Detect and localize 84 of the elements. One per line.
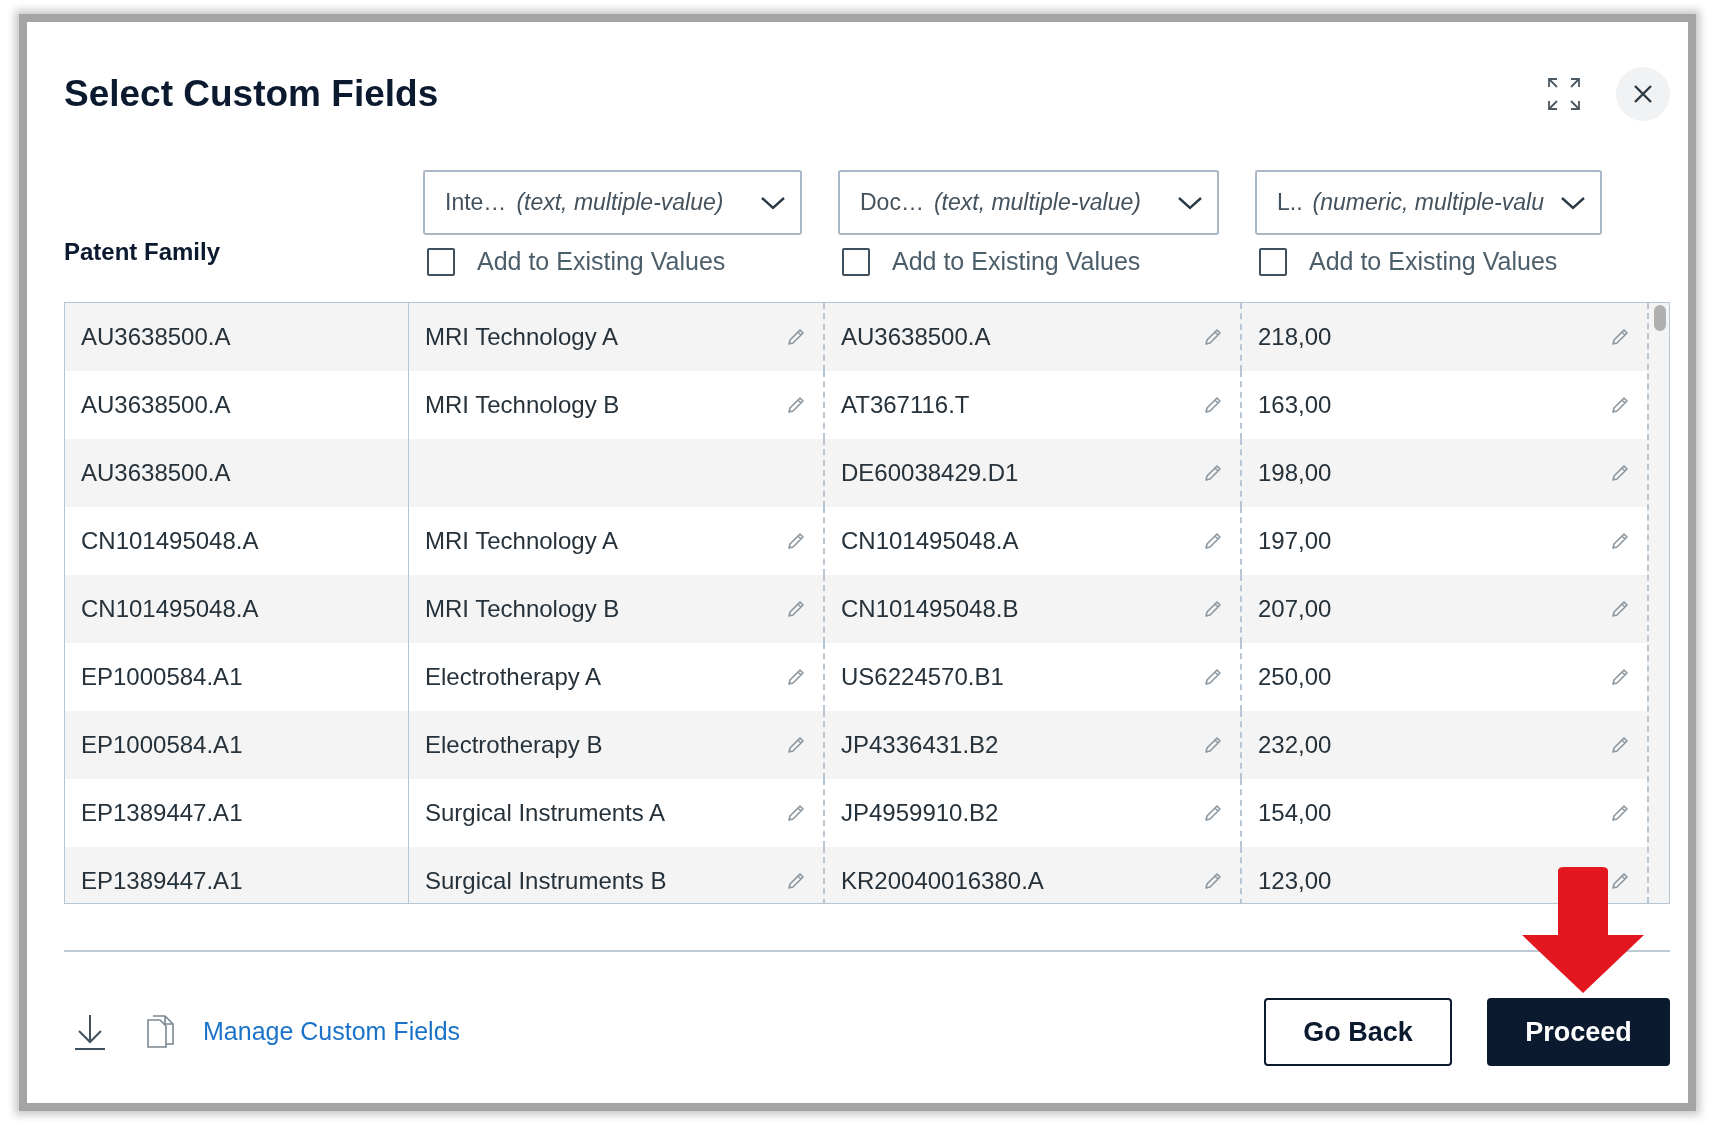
pencil-icon[interactable] — [785, 870, 807, 892]
scrollbar[interactable] — [1647, 303, 1669, 903]
table-cell-text: DE60038429.D1 — [841, 458, 1020, 488]
pencil-icon[interactable] — [1202, 666, 1224, 688]
pencil-icon[interactable] — [1202, 598, 1224, 620]
proceed-button[interactable]: Proceed — [1487, 998, 1670, 1066]
table-cell-text: Electrotherapy A — [425, 662, 603, 692]
table-cell-text: 232,00 — [1258, 730, 1333, 760]
pencil-icon[interactable] — [1202, 530, 1224, 552]
checkbox[interactable] — [1259, 247, 1287, 276]
column-header: Patent Family — [64, 237, 222, 267]
pencil-icon[interactable] — [1609, 734, 1631, 756]
pencil-icon[interactable] — [1202, 326, 1224, 348]
scroll-thumb[interactable] — [1654, 305, 1666, 331]
field-dropdown[interactable]: L.. (numeric, multiple-valu — [1255, 170, 1602, 235]
manage-fields-link[interactable]: Manage Custom Fields — [203, 1013, 461, 1051]
table-cell-text: Electrotherapy B — [425, 730, 604, 760]
pencil-icon[interactable] — [1609, 802, 1631, 824]
checkbox[interactable] — [842, 247, 870, 276]
table-cell-text: CN101495048.B — [841, 594, 1020, 624]
pencil-icon[interactable] — [1202, 462, 1224, 484]
table-cell-text: CN101495048.A — [80, 526, 260, 556]
pencil-icon[interactable] — [1202, 870, 1224, 892]
chevron-down-icon — [1560, 194, 1586, 211]
table-cell-text: Surgical Instruments B — [425, 866, 668, 896]
pencil-icon[interactable] — [785, 326, 807, 348]
field-dropdown[interactable]: Inte… (text, multiple-value) — [423, 170, 802, 235]
table-cell-text: AU3638500.A — [80, 390, 232, 420]
table-cell-text: 207,00 — [1258, 594, 1333, 624]
table-cell-text: MRI Technology A — [425, 322, 619, 352]
pencil-icon[interactable] — [785, 802, 807, 824]
table-cell-text: EP1389447.A1 — [80, 866, 244, 896]
pencil-icon[interactable] — [1609, 666, 1631, 688]
table-cell-text: CN101495048.A — [841, 526, 1020, 556]
table-cell-text: 123,00 — [1258, 866, 1333, 896]
dialog-title: Select Custom Fields — [64, 72, 439, 116]
download-icon[interactable] — [73, 1013, 107, 1051]
pencil-icon[interactable] — [1609, 462, 1631, 484]
table-cell-text: MRI Technology B — [425, 390, 621, 420]
table-cell-text: AU3638500.A — [841, 322, 992, 352]
table-cell-text: EP1389447.A1 — [80, 798, 244, 828]
pencil-icon[interactable] — [785, 530, 807, 552]
pencil-icon[interactable] — [1202, 734, 1224, 756]
checkbox-label: Add to Existing Values — [892, 246, 1141, 277]
pencil-icon[interactable] — [785, 666, 807, 688]
table-cell-text: CN101495048.A — [80, 594, 260, 624]
table-cell-text: 154,00 — [1258, 798, 1333, 828]
close-icon — [1632, 83, 1654, 105]
table-cell-text: 198,00 — [1258, 458, 1333, 488]
pencil-icon[interactable] — [1609, 598, 1631, 620]
copy-icon[interactable] — [145, 1014, 177, 1050]
chevron-down-icon — [760, 194, 786, 211]
table-cell-text: Surgical Instruments A — [425, 798, 667, 828]
table-cell-text: 163,00 — [1258, 390, 1333, 420]
field-dropdown[interactable]: Doc… (text, multiple-value) — [838, 170, 1219, 235]
table-cell-text: MRI Technology A — [425, 526, 619, 556]
table-cell-text: KR20040016380.A — [841, 866, 1045, 896]
table-cell-text: US6224570.B1 — [841, 662, 1005, 692]
table-cell-text: EP1000584.A1 — [80, 662, 244, 692]
pencil-icon[interactable] — [1202, 802, 1224, 824]
pencil-icon[interactable] — [1609, 530, 1631, 552]
expand-icon[interactable] — [1546, 76, 1582, 112]
table-cell-text: AU3638500.A — [80, 458, 232, 488]
pencil-icon[interactable] — [1609, 870, 1631, 892]
table-cell-text: 197,00 — [1258, 526, 1333, 556]
pencil-icon[interactable] — [1609, 394, 1631, 416]
pencil-icon[interactable] — [785, 394, 807, 416]
table-cell-text: AU3638500.A — [80, 322, 232, 352]
pencil-icon[interactable] — [785, 734, 807, 756]
checkbox-label: Add to Existing Values — [477, 246, 726, 277]
pencil-icon[interactable] — [1609, 326, 1631, 348]
table-cell-text: EP1000584.A1 — [80, 730, 244, 760]
table-cell-text: MRI Technology B — [425, 594, 621, 624]
table-cell-text: AT367116.T — [841, 390, 971, 420]
table-cell-text: 250,00 — [1258, 662, 1333, 692]
table-cell-text: JP4336431.B2 — [841, 730, 1000, 760]
checkbox-label: Add to Existing Values — [1309, 246, 1558, 277]
back-button[interactable]: Go Back — [1264, 998, 1452, 1066]
pencil-icon[interactable] — [1202, 394, 1224, 416]
checkbox[interactable] — [427, 247, 455, 276]
table-cell-text: JP4959910.B2 — [841, 798, 1000, 828]
pencil-icon[interactable] — [785, 598, 807, 620]
chevron-down-icon — [1177, 194, 1203, 211]
table-cell-text: 218,00 — [1258, 322, 1333, 352]
